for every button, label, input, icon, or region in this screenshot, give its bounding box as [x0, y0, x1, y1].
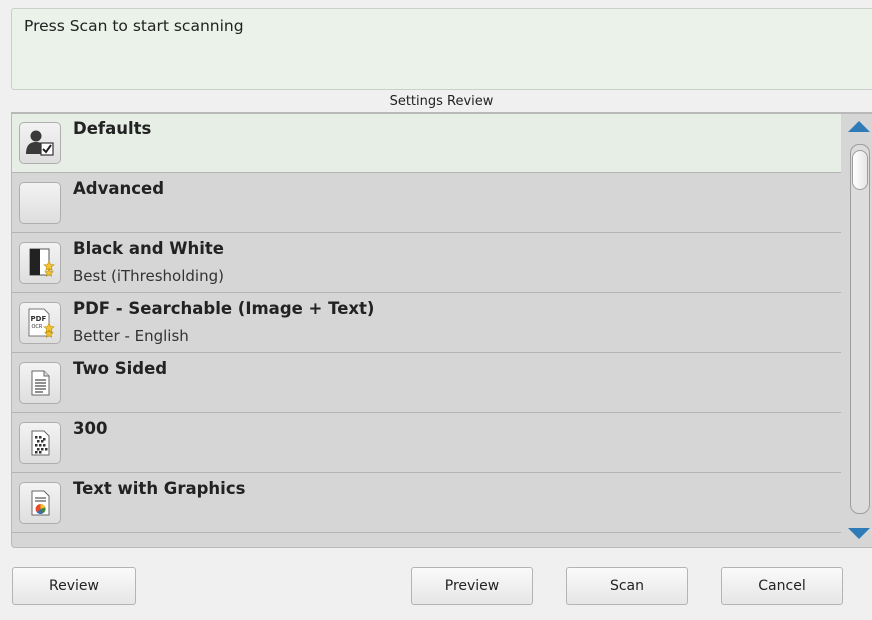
status-message-box: Press Scan to start scanning: [11, 8, 872, 90]
scroll-track[interactable]: [850, 144, 870, 514]
settings-list: Defaults Advanced Black and White Best (…: [12, 114, 842, 547]
document-icon: [31, 370, 50, 396]
settings-item-icon-button[interactable]: [19, 122, 61, 164]
settings-item-pdf-searchable[interactable]: PDF OCR PDF - Searchable (Image + Text) …: [12, 294, 841, 353]
settings-item-text-with-graphics[interactable]: Text with Graphics: [12, 474, 841, 533]
settings-item-resolution[interactable]: 300: [12, 414, 841, 473]
settings-item-icon-button[interactable]: [19, 482, 61, 524]
preview-button[interactable]: Preview: [411, 567, 533, 605]
settings-item-defaults[interactable]: Defaults: [12, 114, 841, 173]
settings-item-title: Advanced: [73, 179, 164, 198]
scroll-down-button[interactable]: [847, 523, 871, 543]
cancel-button[interactable]: Cancel: [721, 567, 843, 605]
scan-button[interactable]: Scan: [566, 567, 688, 605]
settings-item-two-sided[interactable]: Two Sided: [12, 354, 841, 413]
svg-text:OCR: OCR: [32, 324, 43, 330]
svg-text:PDF: PDF: [31, 315, 47, 323]
settings-item-icon-button[interactable]: [19, 422, 61, 464]
settings-item-title: Two Sided: [73, 359, 168, 378]
settings-item-title: Text with Graphics: [73, 479, 246, 498]
triangle-up-icon: [848, 121, 870, 132]
black-white-star-icon: [29, 248, 55, 277]
scroll-thumb[interactable]: [852, 150, 868, 190]
settings-item-icon-button[interactable]: [19, 182, 61, 224]
resolution-grid-icon: [31, 430, 50, 456]
settings-item-icon-button[interactable]: [19, 362, 61, 404]
settings-item-icon-button[interactable]: [19, 242, 61, 284]
settings-item-icon-button[interactable]: PDF OCR: [19, 302, 61, 344]
settings-item-black-and-white[interactable]: Black and White Best (iThresholding): [12, 234, 841, 293]
status-message: Press Scan to start scanning: [24, 17, 244, 35]
settings-review-panel: Defaults Advanced Black and White Best (…: [11, 113, 872, 548]
pdf-ocr-icon: PDF OCR: [28, 308, 55, 338]
settings-item-title: PDF - Searchable (Image + Text): [73, 299, 375, 318]
settings-item-subtitle: Better - English: [73, 327, 189, 345]
document-chart-icon: [31, 490, 50, 516]
settings-item-subtitle: Best (iThresholding): [73, 267, 224, 285]
settings-item-title: 300: [73, 419, 108, 438]
user-settings-icon: [26, 130, 54, 156]
triangle-down-icon: [848, 528, 870, 539]
settings-item-advanced[interactable]: Advanced: [12, 174, 841, 233]
settings-list-scrollbar[interactable]: [845, 114, 872, 547]
review-button[interactable]: Review: [12, 567, 136, 605]
settings-item-title: Black and White: [73, 239, 224, 258]
scroll-up-button[interactable]: [847, 116, 871, 136]
settings-review-header: Settings Review: [11, 92, 872, 113]
settings-item-title: Defaults: [73, 119, 152, 138]
